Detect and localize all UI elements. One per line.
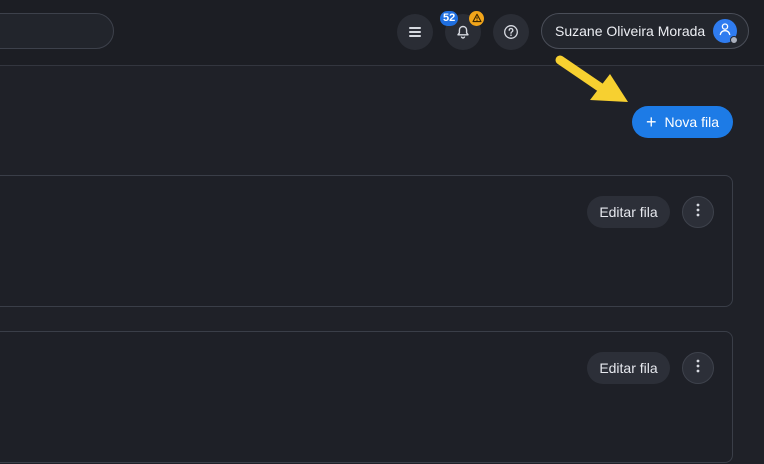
- status-dot: [730, 36, 738, 44]
- warning-badge: [469, 11, 484, 26]
- more-options-button[interactable]: [682, 196, 714, 228]
- more-options-button[interactable]: [682, 352, 714, 384]
- annotation-arrow: [552, 52, 632, 109]
- help-button[interactable]: [493, 14, 529, 50]
- warning-icon: [471, 10, 482, 28]
- plus-icon: +: [646, 112, 657, 132]
- avatar: [713, 19, 738, 44]
- search-input[interactable]: [0, 13, 114, 49]
- top-bar: 52 Suzane Oliveira Morada: [0, 0, 764, 66]
- user-name: Suzane Oliveira Morada: [555, 23, 706, 39]
- new-queue-button[interactable]: + Nova fila: [632, 106, 733, 138]
- new-queue-label: Nova fila: [664, 114, 719, 130]
- more-vertical-icon: [696, 203, 700, 222]
- more-vertical-icon: [696, 359, 700, 378]
- notification-count-badge: 52: [440, 11, 459, 26]
- queue-card: Editar fila: [0, 175, 733, 307]
- queue-card: Editar fila: [0, 331, 733, 463]
- menu-icon: [407, 24, 423, 40]
- list-menu-button[interactable]: [397, 14, 433, 50]
- bell-icon: [455, 24, 471, 40]
- help-icon: [503, 24, 519, 40]
- edit-queue-button[interactable]: Editar fila: [587, 196, 670, 228]
- user-menu[interactable]: Suzane Oliveira Morada: [541, 13, 749, 49]
- edit-queue-button[interactable]: Editar fila: [587, 352, 670, 384]
